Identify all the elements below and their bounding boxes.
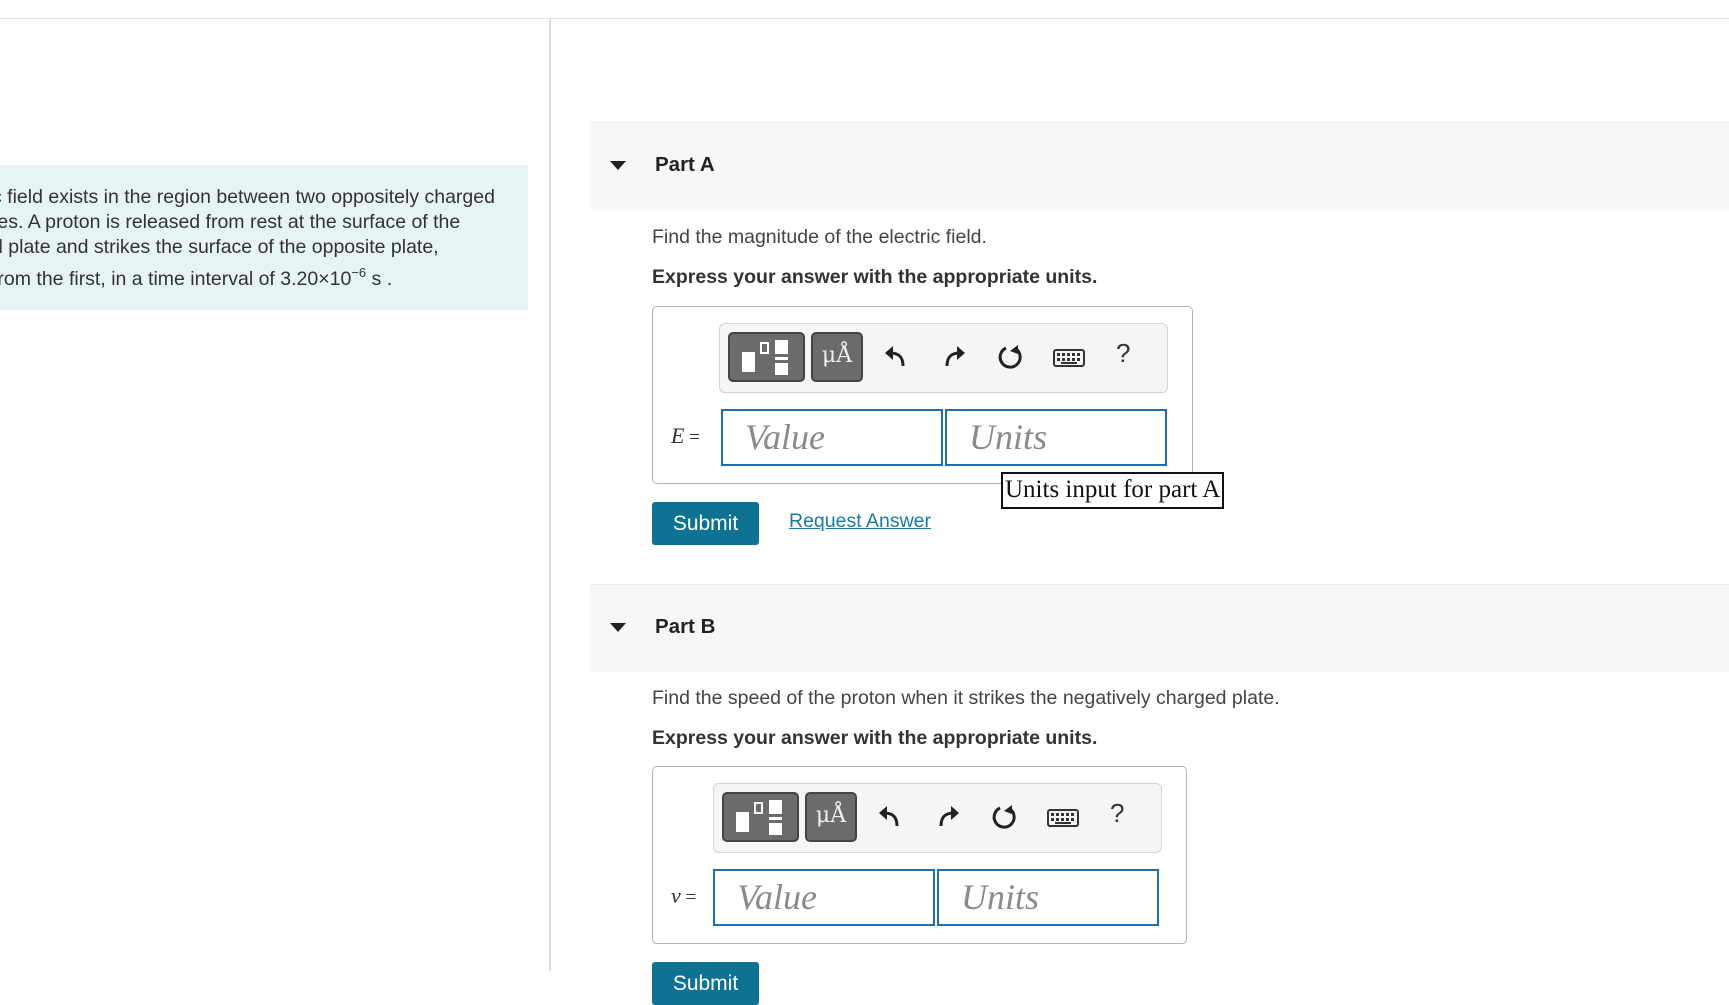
column-divider <box>549 19 551 971</box>
problem-statement: c field exists in the region between two… <box>0 165 528 310</box>
templates-icon-square <box>754 802 763 814</box>
part-b-submit-button[interactable]: Submit <box>652 962 759 1005</box>
part-a-question: Find the magnitude of the electric field… <box>652 226 987 248</box>
part-a-value-input[interactable]: Value <box>721 409 943 466</box>
part-b-variable-label: v = <box>671 883 696 909</box>
problem-line-3: d plate and strikes the surface of the o… <box>0 236 439 258</box>
part-a-variable-label: E = <box>671 423 700 449</box>
units-icon: μÅ <box>815 803 847 828</box>
templates-icon <box>742 352 755 372</box>
part-a-units-input[interactable]: Units <box>945 409 1167 466</box>
redo-icon[interactable] <box>935 804 961 830</box>
variable-symbol: v <box>671 883 681 908</box>
redo-icon[interactable] <box>941 344 967 370</box>
part-b-value-input[interactable]: Value <box>713 869 935 926</box>
part-a-header[interactable]: Part A <box>590 122 1729 210</box>
part-b-title: Part B <box>655 615 716 638</box>
math-toolbar: μÅ ? <box>719 323 1168 393</box>
undo-icon[interactable] <box>877 804 903 830</box>
part-a-instruction: Express your answer with the appropriate… <box>652 266 1098 288</box>
templates-icon-bottom <box>775 363 788 375</box>
part-b-header[interactable]: Part B <box>590 584 1729 672</box>
templates-icon-bottom <box>769 823 782 835</box>
problem-line-2: tes. A proton is released from rest at t… <box>0 211 461 233</box>
time-unit: s . <box>366 268 393 290</box>
collapse-triangle-icon[interactable] <box>610 623 626 632</box>
math-toolbar: μÅ ? <box>713 783 1162 853</box>
part-a-submit-button[interactable]: Submit <box>652 502 759 545</box>
keyboard-icon[interactable] <box>1053 344 1085 370</box>
equals-sign: = <box>684 427 700 448</box>
equals-sign: = <box>680 887 697 908</box>
exponent: −6 <box>351 265 367 280</box>
part-a-answer-box: μÅ ? E = Value Units <box>652 306 1193 484</box>
units-tooltip: Units input for part A <box>1001 472 1225 509</box>
problem-line-4-text: from the first, in a time interval of 3.… <box>0 268 352 290</box>
templates-icon-top <box>769 800 782 814</box>
part-a-title: Part A <box>655 153 715 176</box>
units-button[interactable]: μÅ <box>811 332 863 382</box>
help-icon[interactable]: ? <box>1116 338 1130 369</box>
keyboard-icon[interactable] <box>1047 804 1079 830</box>
problem-text: c field exists in the region between two… <box>0 185 528 292</box>
part-b-question: Find the speed of the proton when it str… <box>652 687 1280 709</box>
templates-button[interactable] <box>722 792 799 842</box>
problem-line-4: from the first, in a time interval of 3.… <box>0 260 528 292</box>
collapse-triangle-icon[interactable] <box>610 161 626 170</box>
templates-button[interactable] <box>728 332 805 382</box>
templates-icon-bar <box>775 357 788 360</box>
variable-symbol: E <box>671 423 685 448</box>
undo-icon[interactable] <box>883 344 909 370</box>
help-icon[interactable]: ? <box>1110 798 1124 829</box>
reset-icon[interactable] <box>998 344 1024 370</box>
top-divider <box>0 18 1729 19</box>
problem-line-1: c field exists in the region between two… <box>0 186 495 208</box>
reset-icon[interactable] <box>992 804 1018 830</box>
units-button[interactable]: μÅ <box>805 792 857 842</box>
templates-icon <box>736 812 749 832</box>
templates-icon-bar <box>769 817 782 820</box>
templates-icon-top <box>775 340 788 354</box>
part-b-instruction: Express your answer with the appropriate… <box>652 727 1098 749</box>
part-a-request-answer-link[interactable]: Request Answer <box>789 510 931 533</box>
templates-icon-square <box>760 342 769 354</box>
part-b-units-input[interactable]: Units <box>937 869 1159 926</box>
part-b-answer-box: μÅ ? v = Value Units <box>652 766 1187 944</box>
units-icon: μÅ <box>821 343 853 368</box>
